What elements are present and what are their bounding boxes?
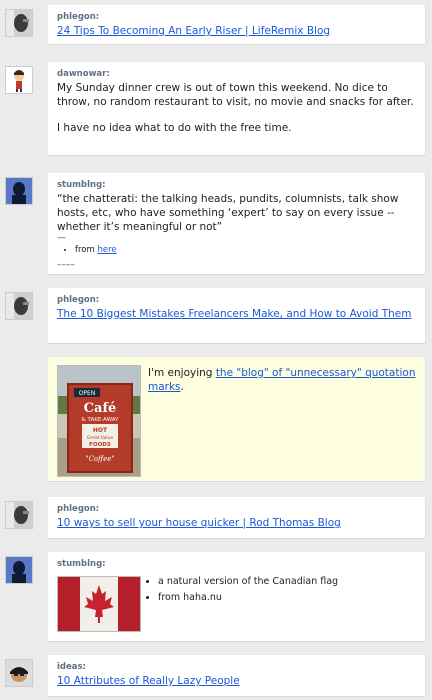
avatar[interactable] <box>5 556 33 584</box>
post-image[interactable] <box>57 576 141 632</box>
divider-dash: — <box>57 233 66 243</box>
post-card: phlegon: 10 ways to sell your house quic… <box>48 497 426 539</box>
post-card-highlighted: OPEN Café & TAKE-AWAY HOT Great Value FO… <box>48 357 426 482</box>
avatar[interactable] <box>5 66 33 94</box>
post-card: phlegon: 24 Tips To Becoming An Early Ri… <box>48 5 426 45</box>
post-card: phlegon: The 10 Biggest Mistakes Freelan… <box>48 288 426 344</box>
post-card: dawnowar: My Sunday dinner crew is out o… <box>48 62 426 156</box>
post-card: stumblng: “the chatterati: the talking h… <box>48 173 426 275</box>
source-list: from here <box>57 244 416 256</box>
username[interactable]: stumblng: <box>57 179 416 192</box>
sign-cafe-text: Café <box>84 401 117 416</box>
sign-hot-text: HOT <box>93 427 108 434</box>
username[interactable]: dawnowar: <box>57 68 416 81</box>
text-after: . <box>180 381 184 393</box>
avatar[interactable] <box>5 659 33 687</box>
avatar[interactable] <box>5 501 33 529</box>
sign-takeaway-text: & TAKE-AWAY <box>82 417 120 423</box>
avatar[interactable] <box>5 9 33 37</box>
sign-value-text: Great Value <box>87 435 114 441</box>
post-image[interactable]: OPEN Café & TAKE-AWAY HOT Great Value FO… <box>57 365 141 477</box>
from-label: from <box>75 245 95 255</box>
sign-foods-text: FOODS <box>89 442 111 448</box>
text-before: I'm enjoying <box>148 367 213 379</box>
trailing-dashes: –––– <box>57 260 75 270</box>
post-card: ideas: 10 Attributes of Really Lazy Peop… <box>48 655 426 697</box>
post-link[interactable]: 10 ways to sell your house quicker | Rod… <box>57 517 341 529</box>
sign-open-text: OPEN <box>79 390 96 397</box>
list-item: from here <box>75 244 416 256</box>
avatar[interactable] <box>5 292 33 320</box>
post-link[interactable]: 10 Attributes of Really Lazy People <box>57 675 240 687</box>
quote-text: “the chatterati: the talking heads, pund… <box>57 193 399 233</box>
post-link[interactable]: The 10 Biggest Mistakes Freelancers Make… <box>57 308 411 320</box>
list-item: a natural version of the Canadian flag <box>158 574 428 590</box>
post-link[interactable]: 24 Tips To Becoming An Early Riser | Lif… <box>57 25 330 37</box>
list-item: from haha.nu <box>158 590 428 606</box>
post-text: My Sunday dinner crew is out of town thi… <box>57 82 414 108</box>
username[interactable]: phlegon: <box>57 503 416 516</box>
post-card: stumblng: a natural version of the Canad… <box>48 552 426 642</box>
username[interactable]: stumblng: <box>57 558 416 571</box>
username[interactable]: phlegon: <box>57 11 416 24</box>
post-text: I'm enjoying the "blog" of "unnecessary"… <box>148 366 418 394</box>
sign-coffee-text: "Coffee" <box>85 455 114 463</box>
avatar[interactable] <box>5 177 33 205</box>
username[interactable]: phlegon: <box>57 294 416 307</box>
source-link[interactable]: here <box>97 245 116 255</box>
post-bullets: a natural version of the Canadian flag f… <box>144 574 428 606</box>
username[interactable]: ideas: <box>57 661 416 674</box>
post-text: I have no idea what to do with the free … <box>57 122 292 134</box>
